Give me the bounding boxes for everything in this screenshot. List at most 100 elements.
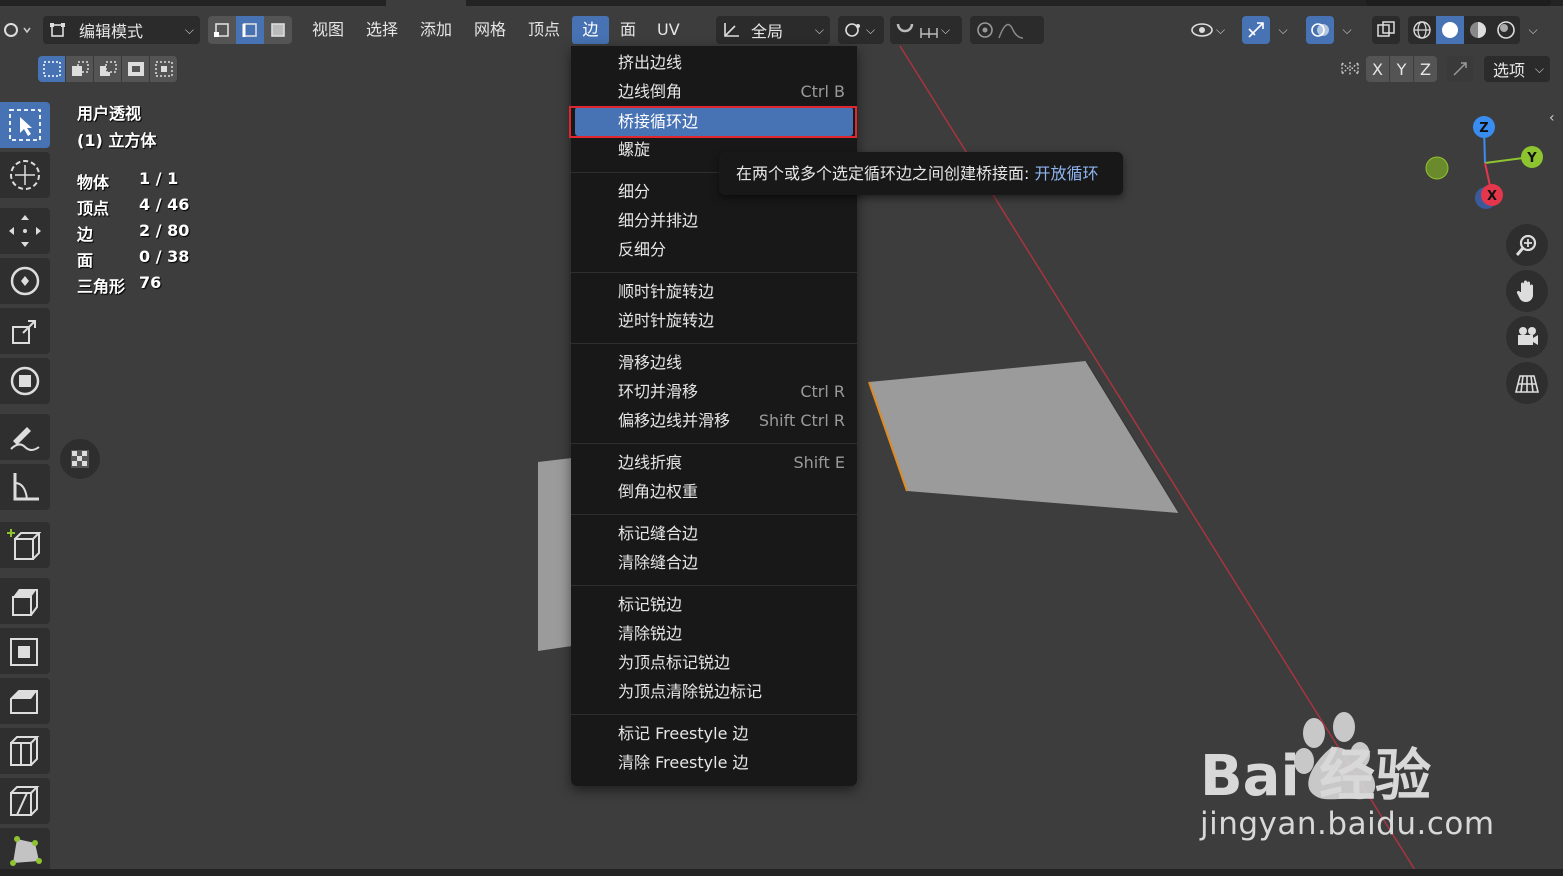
vertex-select-button[interactable] [208, 16, 236, 44]
menu-item-subdivide-edge-ring[interactable]: 细分并排边 [571, 206, 857, 235]
menu-item-label: 细分并排边 [618, 211, 699, 230]
menu-item-bevel-weight[interactable]: 倒角边权重 [571, 477, 857, 506]
tool-inset[interactable] [0, 628, 50, 674]
gizmo-dropdown[interactable]: ⌵ [1272, 16, 1294, 44]
menu-item-mark-sharp[interactable]: 标记锐边 [571, 590, 857, 619]
select-new-button[interactable] [38, 56, 66, 82]
menu-mesh[interactable]: 网格 [468, 16, 512, 44]
view-name: 用户透视 [77, 104, 142, 123]
select-intersect-button[interactable] [150, 56, 178, 82]
tool-select-box[interactable] [0, 102, 50, 148]
menu-item-bevel-edges[interactable]: 边线倒角 Ctrl B [571, 77, 857, 106]
xray-toggle-button[interactable] [1372, 16, 1400, 44]
menu-vertex[interactable]: 顶点 [522, 16, 566, 44]
chevron-down-icon: ⌵ [1216, 22, 1226, 37]
menu-item-extrude-edges[interactable]: 挤出边线 [571, 48, 857, 77]
menu-item-rotate-edge-cw[interactable]: 顺时针旋转边 [571, 277, 857, 306]
zoom-button[interactable] [1506, 224, 1548, 266]
scale-icon [12, 320, 36, 344]
proportional-edit-group[interactable] [970, 16, 1044, 44]
edit-mode-icon [50, 23, 65, 37]
tool-scale[interactable] [0, 308, 50, 354]
perspective-toggle-button[interactable] [1506, 362, 1548, 404]
options-dropdown[interactable]: 选项 ⌵ [1484, 56, 1550, 82]
rendered-shading-button[interactable] [1492, 16, 1520, 44]
menu-item-mark-sharp-vertices[interactable]: 为顶点标记锐边 [571, 648, 857, 677]
workspace-tab-layout[interactable] [386, 0, 466, 6]
snap-group[interactable]: ⌵ [890, 16, 962, 44]
tool-annotate[interactable] [0, 414, 50, 460]
face-select-button[interactable] [264, 16, 292, 44]
menu-item-rotate-edge-ccw[interactable]: 逆时针旋转边 [571, 306, 857, 335]
mirror-z-button[interactable]: Z [1414, 56, 1437, 82]
menu-item-clear-freestyle[interactable]: 清除 Freestyle 边 [571, 748, 857, 777]
box-select-mode-group [38, 56, 178, 82]
orientation-icon [724, 23, 739, 37]
select-invert-button[interactable] [122, 56, 150, 82]
menu-item-loop-cut-slide[interactable]: 环切并滑移 Ctrl R [571, 377, 857, 406]
tool-bevel[interactable] [0, 678, 50, 724]
material-shading-button[interactable] [1464, 16, 1492, 44]
menu-item-clear-seam[interactable]: 清除缝合边 [571, 548, 857, 577]
menu-item-un-subdivide[interactable]: 反细分 [571, 235, 857, 264]
tool-measure[interactable] [0, 464, 50, 510]
mirror-x-button[interactable]: X [1366, 56, 1389, 82]
shading-dropdown[interactable]: ⌵ [1522, 16, 1544, 44]
menu-item-label: 为顶点标记锐边 [618, 653, 731, 672]
camera-view-button[interactable] [1506, 316, 1548, 358]
menu-select[interactable]: 选择 [360, 16, 404, 44]
menu-item-label: 顺时针旋转边 [618, 282, 715, 301]
mirror-button[interactable] [1336, 56, 1364, 82]
tool-move[interactable] [0, 208, 50, 254]
menu-item-label: 为顶点清除锐边标记 [618, 682, 763, 701]
measure-ruler-icon [13, 473, 39, 501]
mode-dropdown[interactable]: 编辑模式 ⌵ [43, 16, 200, 44]
select-mode-group [208, 16, 292, 44]
select-invert-icon [127, 62, 144, 76]
menu-item-edge-crease[interactable]: 边线折痕 Shift E [571, 448, 857, 477]
overlay-toggle-button[interactable] [1306, 16, 1334, 44]
workspace-search[interactable] [1366, 0, 1551, 6]
menu-item-label: 边线倒角 [618, 82, 683, 101]
stat-label-edges: 边 [77, 225, 94, 244]
menu-item-mark-seam[interactable]: 标记缝合边 [571, 519, 857, 548]
select-extend-button[interactable] [66, 56, 94, 82]
menu-view[interactable]: 视图 [306, 16, 350, 44]
chevron-down-icon: ⌵ [814, 22, 824, 37]
pivot-point-dropdown[interactable]: ⌵ [838, 16, 884, 44]
menu-uv[interactable]: UV [651, 16, 686, 44]
tool-rotate[interactable] [0, 258, 50, 304]
overlay-dropdown[interactable]: ⌵ [1336, 16, 1358, 44]
menu-item-clear-sharp[interactable]: 清除锐边 [571, 619, 857, 648]
menu-item-clear-sharp-vertices[interactable]: 为顶点清除锐边标记 [571, 677, 857, 706]
tool-transform[interactable] [0, 358, 50, 404]
wireframe-shading-button[interactable] [1408, 16, 1436, 44]
solid-shading-button[interactable] [1436, 16, 1464, 44]
navigation-gizmo[interactable]: Z Y X [1418, 110, 1558, 220]
menu-item-offset-edge-slide[interactable]: 偏移边线并滑移 Shift Ctrl R [571, 406, 857, 435]
tool-loop-cut[interactable] [0, 728, 50, 774]
menu-edge[interactable]: 边 [572, 16, 609, 44]
menu-add[interactable]: 添加 [414, 16, 458, 44]
visibility-dropdown[interactable]: ⌵ [1190, 16, 1234, 44]
menu-face[interactable]: 面 [614, 16, 642, 44]
mirror-y-button[interactable]: Y [1390, 56, 1413, 82]
auto-merge-button[interactable] [1447, 56, 1473, 82]
inset-icon [10, 638, 38, 666]
editor-type-button[interactable] [0, 16, 34, 44]
tool-knife[interactable] [0, 778, 50, 824]
tool-extrude[interactable] [0, 578, 50, 624]
tool-add-cube[interactable] [0, 522, 50, 568]
select-subtract-button[interactable] [94, 56, 122, 82]
pan-button[interactable] [1506, 270, 1548, 312]
poly-build-icon [10, 836, 42, 866]
menu-item-edge-slide[interactable]: 滑移边线 [571, 348, 857, 377]
tool-cursor[interactable] [0, 152, 50, 198]
object-name: (1) 立方体 [77, 131, 157, 150]
quad-view-button[interactable] [60, 439, 100, 479]
transform-orientation-dropdown[interactable]: 全局 ⌵ [716, 16, 830, 44]
gizmo-toggle-button[interactable] [1242, 16, 1270, 44]
menu-item-mark-freestyle[interactable]: 标记 Freestyle 边 [571, 719, 857, 748]
edge-select-button[interactable] [236, 16, 264, 44]
tool-poly-build[interactable] [0, 828, 50, 874]
